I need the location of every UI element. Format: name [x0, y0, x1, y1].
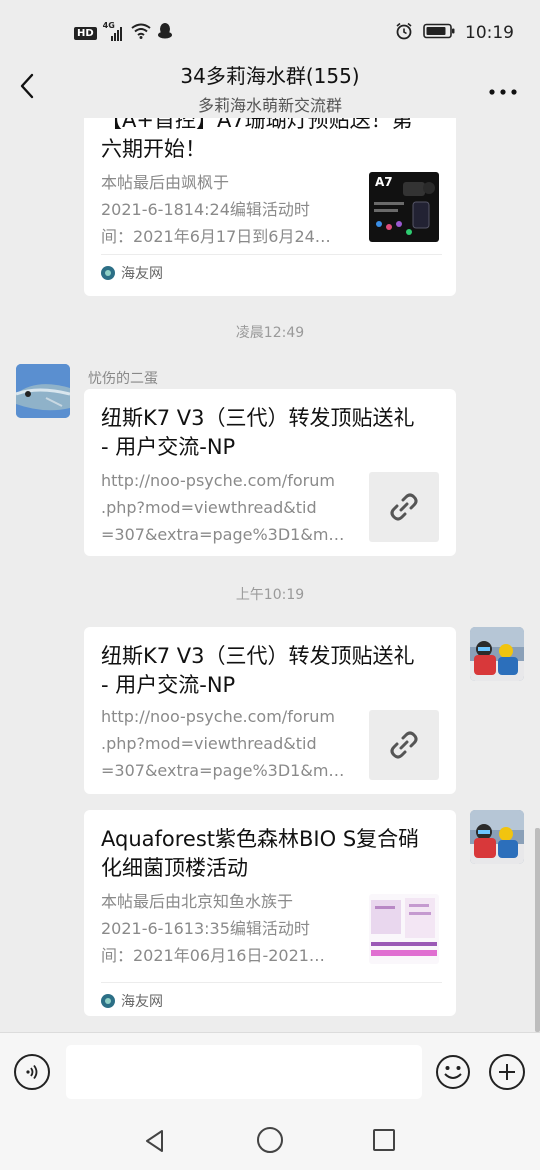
timestamp: 上午10:19	[235, 587, 305, 603]
fish-avatar-icon	[16, 364, 70, 418]
source-logo-icon	[101, 994, 115, 1008]
chat-subtitle: 多莉海水萌新交流群	[197, 96, 342, 115]
card-title-line: 六期开始！	[101, 137, 206, 161]
chat-title: 34多莉海水群(155)	[180, 64, 360, 88]
lamp-product-image	[374, 182, 435, 235]
status-left: HD 4G	[74, 21, 173, 44]
card-title-line: - 用户交流-NP	[101, 673, 236, 697]
voice-icon	[26, 1064, 38, 1080]
card-description: 本帖最后由北京知鱼水族于 2021-6-1613:35编辑活动时 间：2021年…	[101, 888, 353, 969]
chat-header: 34多莉海水群(155) 多莉海水萌新交流群	[0, 54, 540, 118]
card-title: 纽斯K7 V3（三代）转发顶贴送礼 - 用户交流-NP	[101, 642, 442, 700]
timestamp: 凌晨12:49	[235, 325, 305, 341]
nav-recents-button[interactable]	[373, 1129, 395, 1151]
link-thumbnail	[369, 710, 439, 780]
alarm-icon	[395, 22, 413, 44]
card-source: 海友网	[101, 982, 442, 1011]
title-block: 34多莉海水群(155) 多莉海水萌新交流群	[80, 60, 460, 116]
my-avatar[interactable]	[470, 810, 524, 864]
sender-name: 忧伤的二蛋	[88, 371, 158, 387]
card-thumbnail	[369, 894, 439, 964]
link-card-k7-sent[interactable]: 纽斯K7 V3（三代）转发顶贴送礼 - 用户交流-NP http://noo-p…	[84, 627, 456, 794]
card-source: 海友网	[101, 254, 442, 283]
card-desc-line: 间：2021年06月16日-2021…	[101, 946, 325, 965]
link-card-k7-received[interactable]: 纽斯K7 V3（三代）转发顶贴送礼 - 用户交流-NP http://noo-p…	[84, 389, 456, 556]
user-photo-icon	[470, 810, 524, 864]
link-icon	[390, 493, 418, 521]
card-title-line: 纽斯K7 V3（三代）转发顶贴送礼	[101, 406, 415, 430]
system-nav-bar	[0, 1114, 540, 1170]
emoji-button[interactable]	[435, 1054, 471, 1090]
user-photo-icon	[470, 627, 524, 681]
hd-badge: HD	[74, 26, 97, 40]
card-description: http://noo-psyche.com/forum .php?mod=vie…	[101, 703, 353, 784]
back-arrow-icon	[20, 73, 34, 99]
input-bar	[0, 1032, 540, 1114]
sender-avatar[interactable]	[16, 364, 70, 418]
source-name: 海友网	[121, 994, 163, 1010]
more-options-button[interactable]	[488, 82, 518, 95]
message-list[interactable]: 【A+首控】A7珊瑚灯预贴送！第 六期开始！ 本帖最后由飒枫于 2021-6-1…	[0, 118, 540, 1032]
more-functions-button[interactable]	[489, 1054, 525, 1090]
card-description: 本帖最后由飒枫于 2021-6-1814:24编辑活动时 间：2021年6月17…	[101, 169, 353, 250]
triangle-back-icon	[146, 1130, 163, 1152]
more-dots-icon	[489, 89, 517, 95]
wifi-icon	[131, 23, 151, 43]
signal-icon: 4G	[103, 21, 125, 42]
status-right: 10:19	[395, 22, 514, 44]
card-title: 【A+首控】A7珊瑚灯预贴送！第 六期开始！	[101, 118, 442, 164]
chat-screen: HD 4G 10:19 34多莉海水群(155) 多莉海水萌新交流群 【A+首控…	[0, 0, 540, 1170]
card-thumbnail: A7	[369, 172, 439, 242]
emoji-icon	[436, 1055, 470, 1089]
card-desc-line: http://noo-psyche.com/forum	[101, 707, 335, 726]
card-desc-line: 本帖最后由北京知鱼水族于	[101, 892, 294, 911]
card-desc-line: =307&extra=page%3D1&mo…	[101, 525, 353, 544]
nav-back-button[interactable]	[142, 1128, 168, 1154]
card-desc-line: 本帖最后由飒枫于	[101, 173, 230, 192]
link-card-a7[interactable]: 【A+首控】A7珊瑚灯预贴送！第 六期开始！ 本帖最后由飒枫于 2021-6-1…	[84, 118, 456, 296]
card-description: http://noo-psyche.com/forum .php?mod=vie…	[101, 467, 353, 548]
nav-home-button[interactable]	[257, 1127, 283, 1153]
card-desc-line: 间：2021年6月17日到6月24…	[101, 227, 331, 246]
card-title-line: 【A+首控】A7珊瑚灯预贴送！第	[101, 118, 413, 132]
card-title: 纽斯K7 V3（三代）转发顶贴送礼 - 用户交流-NP	[101, 404, 442, 462]
poster-image	[369, 894, 439, 964]
card-title-line: 化细菌顶楼活动	[101, 856, 248, 880]
card-desc-line: 2021-6-1814:24编辑活动时	[101, 200, 310, 219]
card-desc-line: 2021-6-1613:35编辑活动时	[101, 919, 310, 938]
voice-button[interactable]	[14, 1054, 50, 1090]
source-name: 海友网	[121, 266, 163, 282]
link-card-aquaforest[interactable]: Aquaforest紫色森林BIO S复合硝 化细菌顶楼活动 本帖最后由北京知鱼…	[84, 810, 456, 1016]
message-input[interactable]	[66, 1045, 422, 1099]
card-desc-line: http://noo-psyche.com/forum	[101, 471, 335, 490]
card-title-line: - 用户交流-NP	[101, 435, 236, 459]
battery-icon	[423, 23, 455, 43]
link-icon	[390, 731, 418, 759]
clock-time: 10:19	[465, 23, 514, 43]
back-button[interactable]	[14, 70, 42, 102]
card-desc-line: .php?mod=viewthread&tid	[101, 498, 317, 517]
source-logo-icon	[101, 266, 115, 280]
qq-icon	[157, 22, 173, 44]
card-desc-line: .php?mod=viewthread&tid	[101, 734, 317, 753]
my-avatar[interactable]	[470, 627, 524, 681]
card-title-line: Aquaforest紫色森林BIO S复合硝	[101, 827, 420, 851]
card-title: Aquaforest紫色森林BIO S复合硝 化细菌顶楼活动	[101, 825, 442, 883]
link-thumbnail	[369, 472, 439, 542]
scrollbar[interactable]	[535, 828, 540, 1032]
card-title-line: 纽斯K7 V3（三代）转发顶贴送礼	[101, 644, 415, 668]
card-desc-line: =307&extra=page%3D1&mo…	[101, 761, 353, 780]
